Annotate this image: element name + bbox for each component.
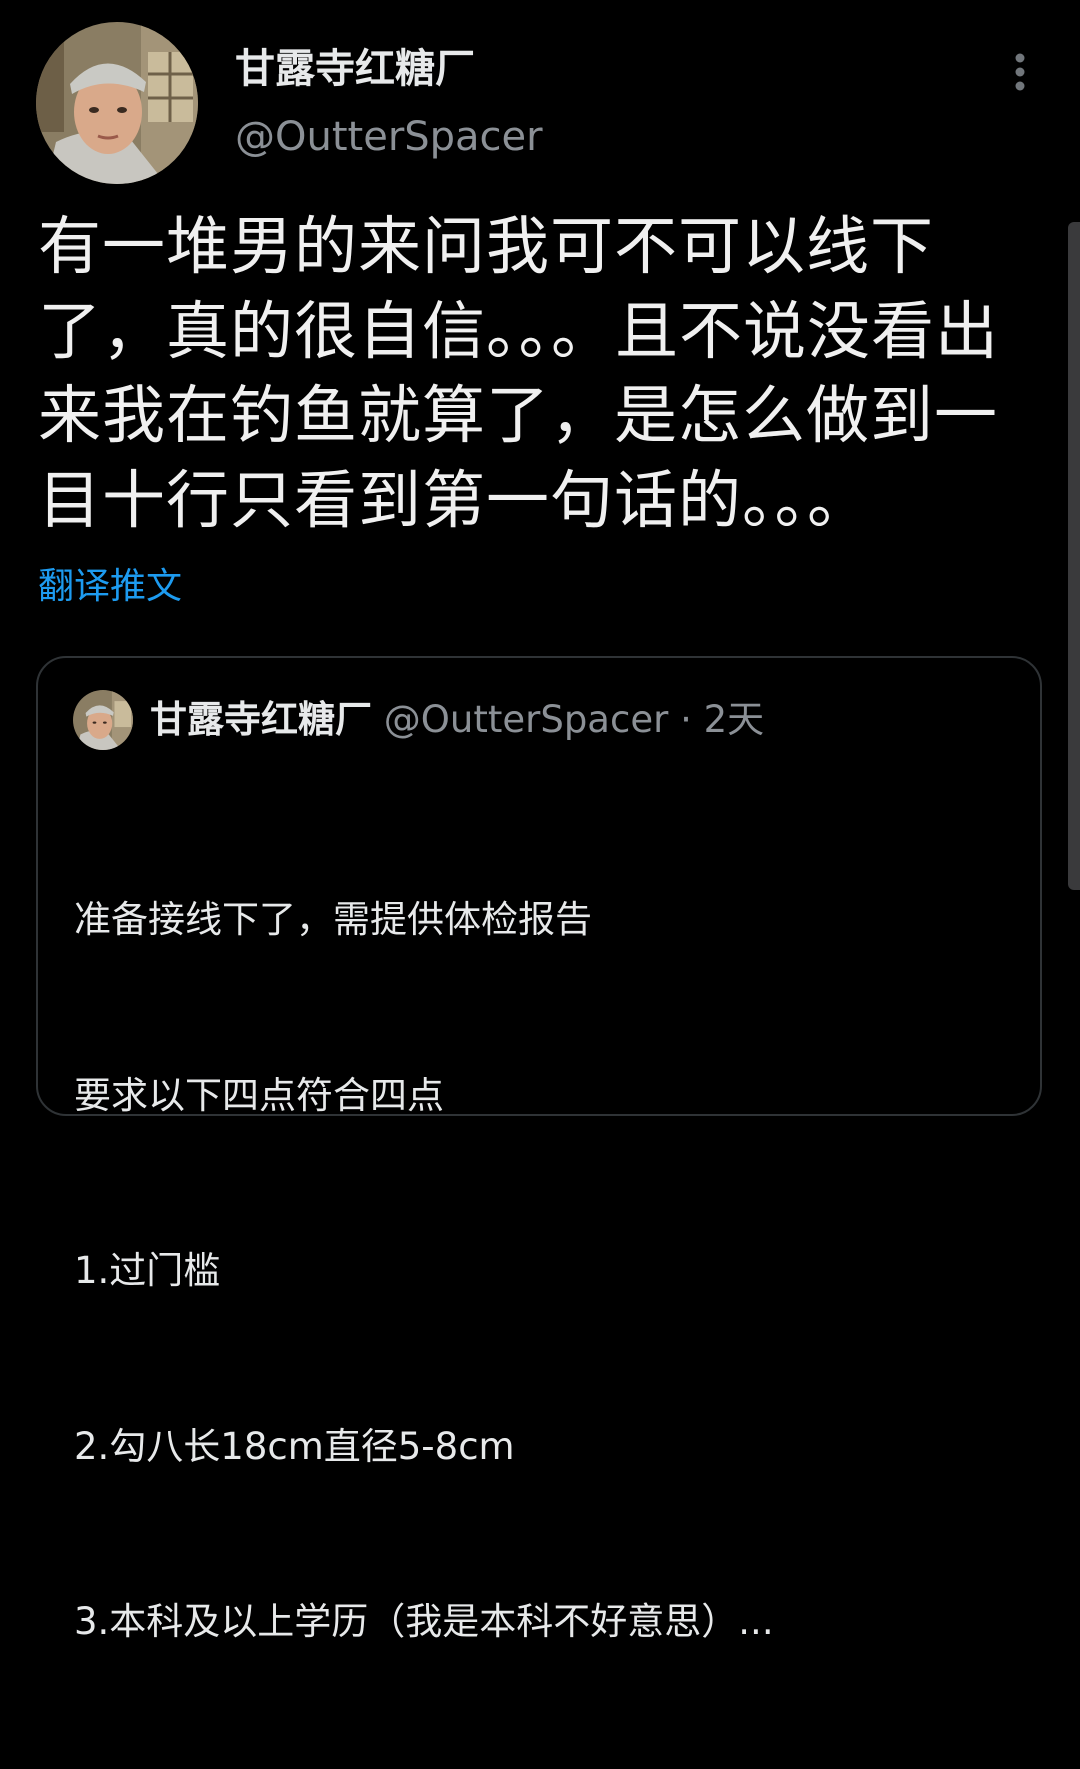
- quoted-text-line: 2.勾八长18cm直径5-8cm: [74, 1424, 515, 1468]
- quoted-username-handle[interactable]: @OutterSpacer: [384, 698, 669, 741]
- quoted-display-name[interactable]: 甘露寺红糖厂: [150, 698, 372, 741]
- tweet-text: 有一堆男的来问我可不可以线下了，真的很自信。。。且不说没看出来我在钓鱼就算了，是…: [38, 210, 999, 537]
- avatar-image: [36, 22, 198, 184]
- quoted-text-line: 3.本科及以上学历（我是本科不好意思）...: [74, 1600, 774, 1643]
- more-options-button[interactable]: [1004, 50, 1036, 94]
- quoted-tweet-text: 准备接线下了，需提供体检报告 要求以下四点符合四点 1.过门槛 2.勾八长18c…: [74, 774, 1024, 1769]
- username-handle[interactable]: @OutterSpacer: [235, 112, 543, 162]
- more-vertical-icon: [1015, 53, 1025, 91]
- quoted-avatar-image: [73, 690, 133, 750]
- quoted-text-line: 要求以下四点符合四点: [74, 1073, 444, 1117]
- quoted-avatar[interactable]: [73, 690, 133, 750]
- avatar[interactable]: [36, 22, 198, 184]
- quoted-tweet-card[interactable]: 甘露寺红糖厂 @OutterSpacer · 2天 准备接线下了，需提供体检报告…: [36, 656, 1042, 1643]
- quoted-text-line: 准备接线下了，需提供体检报告: [74, 898, 592, 941]
- quoted-text-line: 1.过门槛: [74, 1249, 221, 1292]
- separator-dot: ·: [680, 698, 692, 741]
- quoted-tweet-header: 甘露寺红糖厂 @OutterSpacer · 2天: [150, 696, 764, 744]
- translate-tweet-link[interactable]: 翻译推文: [38, 564, 182, 610]
- display-name[interactable]: 甘露寺红糖厂: [235, 44, 475, 94]
- scrollbar[interactable]: [1068, 222, 1080, 890]
- quoted-timestamp[interactable]: 2天: [704, 698, 765, 741]
